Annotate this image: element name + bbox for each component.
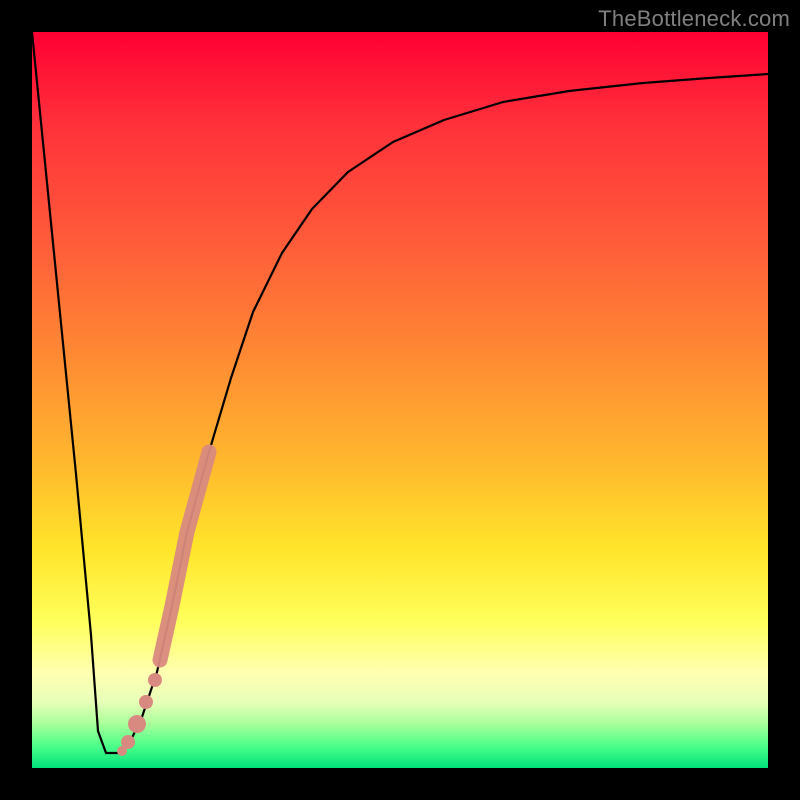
highlight-dot [128, 715, 146, 733]
highlight-dot [117, 746, 127, 756]
highlight-dot [139, 695, 153, 709]
highlight-dot [148, 673, 162, 687]
curve-layer [32, 32, 768, 768]
watermark-text: TheBottleneck.com [598, 6, 790, 32]
bottleneck-curve [32, 32, 768, 753]
chart-frame: TheBottleneck.com [0, 0, 800, 800]
plot-area [32, 32, 768, 768]
highlight-segment [160, 452, 209, 660]
